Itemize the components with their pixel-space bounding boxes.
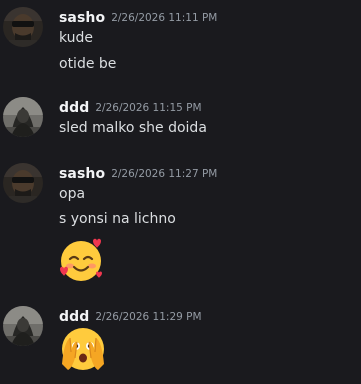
avatar-ddd[interactable]	[3, 306, 43, 346]
message-text: sled malko she doida	[59, 120, 207, 136]
message-header: ddd 2/26/2026 11:29 PM	[59, 306, 202, 326]
timestamp: 2/26/2026 11:29 PM	[95, 311, 202, 323]
message-header: sasho 2/26/2026 11:27 PM	[59, 163, 217, 183]
username[interactable]: sasho	[59, 10, 105, 26]
timestamp: 2/26/2026 11:15 PM	[95, 102, 202, 114]
username[interactable]: sasho	[59, 166, 105, 182]
message-text: otide be	[59, 56, 117, 72]
username[interactable]: ddd	[59, 309, 89, 325]
timestamp: 2/26/2026 11:11 PM	[111, 12, 218, 24]
message-header: ddd 2/26/2026 11:15 PM	[59, 97, 202, 117]
message-text: s yonsi na lichno	[59, 211, 176, 227]
timestamp: 2/26/2026 11:27 PM	[111, 168, 218, 180]
message-text: opa	[59, 186, 86, 202]
avatar-sasho[interactable]	[3, 163, 43, 203]
username[interactable]: ddd	[59, 100, 89, 116]
face-with-peeking-eye-icon	[58, 324, 108, 374]
smiling-face-with-hearts-icon	[58, 236, 106, 284]
message-text: kude	[59, 30, 94, 46]
avatar-ddd[interactable]	[3, 97, 43, 137]
message-header: sasho 2/26/2026 11:11 PM	[59, 7, 217, 27]
avatar-sasho[interactable]	[3, 7, 43, 47]
